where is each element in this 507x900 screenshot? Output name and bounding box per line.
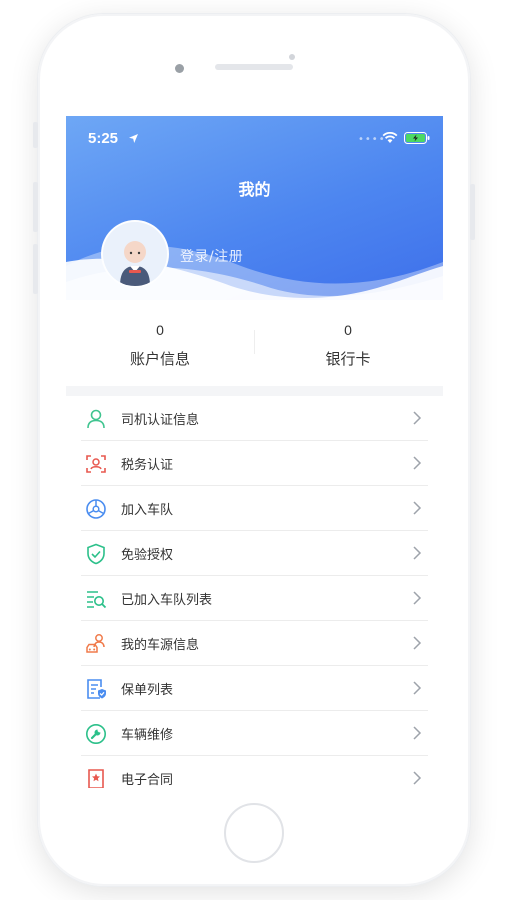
stat-value: 0 [344,322,352,338]
menu-item-label: 我的车源信息 [121,638,200,653]
menu-item-electronic-contract[interactable]: 电子合同 [81,756,428,788]
chevron-right-icon [413,636,422,650]
menu-item-label: 车辆维修 [121,728,174,743]
volume-up-button [33,182,38,232]
power-button [470,184,475,240]
steering-wheel-icon [86,499,106,519]
stat-bank-card[interactable]: 0 银行卡 [254,320,442,369]
battery-charging-icon [404,132,430,144]
policy-document-icon [87,679,106,699]
location-arrow-icon [129,134,138,143]
chevron-right-icon [413,456,422,470]
stat-label: 账户信息 [129,350,190,368]
person-car-icon [86,634,105,653]
status-bar: 5:25 •••• [66,130,443,150]
user-outline-icon [87,409,105,429]
menu-item-label: 电子合同 [121,773,174,788]
menu-item-vehicle-repair[interactable]: 车辆维修 [81,711,428,756]
menu-item-label: 已加入车队列表 [121,593,213,608]
user-avatar-illustration-icon [103,222,167,286]
menu-list: 司机认证信息 税务认证 加入车队 免验授权 已加入车队列表 我的车源信息 保单列… [66,396,443,788]
chevron-right-icon [413,591,422,605]
chevron-right-icon [413,546,422,560]
stat-account-info[interactable]: 0 账户信息 [66,320,254,369]
profile-header: 5:25 •••• 我的 登录/注册 [66,116,443,310]
mute-switch [33,122,38,148]
login-register-link[interactable]: 登录/注册 [180,246,243,266]
menu-item-my-vehicle-source[interactable]: 我的车源信息 [81,621,428,666]
menu-item-label: 加入车队 [121,503,174,518]
chevron-right-icon [413,771,422,785]
chevron-right-icon [413,501,422,515]
face-scan-icon [86,455,106,473]
menu-item-policy-list[interactable]: 保单列表 [81,666,428,711]
stat-value: 0 [156,322,164,338]
proximity-sensor [289,54,295,60]
menu-item-exemption-authorization[interactable]: 免验授权 [81,531,428,576]
menu-item-label: 免验授权 [121,548,174,563]
wifi-icon [382,132,398,143]
earpiece-speaker [215,64,293,70]
list-search-icon [87,591,107,609]
chevron-right-icon [413,681,422,695]
status-time: 5:25 [88,130,119,147]
menu-item-driver-certification[interactable]: 司机认证信息 [81,396,428,441]
front-camera [175,64,184,73]
menu-item-tax-certification[interactable]: 税务认证 [81,441,428,486]
home-button[interactable] [224,803,284,863]
chevron-right-icon [413,726,422,740]
chevron-right-icon [413,411,422,425]
wrench-icon [86,724,106,744]
menu-item-label: 司机认证信息 [121,413,200,428]
avatar[interactable] [101,220,169,288]
contract-icon [88,769,104,788]
stat-label: 银行卡 [325,350,371,368]
page-title: 我的 [238,180,271,199]
volume-down-button [33,244,38,294]
menu-item-join-fleet[interactable]: 加入车队 [81,486,428,531]
app-screen: 5:25 •••• 我的 登录/注册 0 账户信息 0 银行卡 司机认证信息 税… [66,116,443,788]
shield-check-icon [87,543,105,565]
menu-item-joined-fleet-list[interactable]: 已加入车队列表 [81,576,428,621]
menu-item-label: 税务认证 [121,458,174,473]
stats-panel: 0 账户信息 0 银行卡 [66,310,443,386]
menu-item-label: 保单列表 [121,683,174,698]
